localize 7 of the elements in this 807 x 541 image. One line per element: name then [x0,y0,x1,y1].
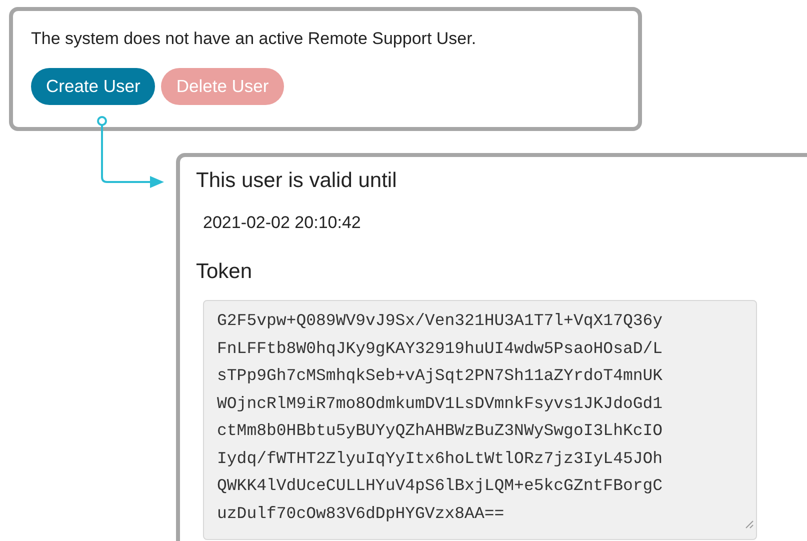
valid-until-label: This user is valid until [196,169,398,193]
token-label: Token [196,260,254,284]
resize-grip-icon [744,519,754,529]
token-field[interactable]: G2F5vpw+Q089WV9vJ9Sx/Ven321HU3A1T7l+VqX17Q36y FnLFFtb8W0hqJKy9gKAY32919huUI4wdw5PsaoHOsaD/L sTPp9Gh7cMSmhqkSeb+vAjSqt2PN7Sh11aZYrdoT4mnUK WOjncRlM9iR7mo8OdmkumDV1LsDVmnkFsyvs1JKJdoGd1 ctMm8b0HBbtu5yBUYyQZhAHBWzBuZ3NWySwgoI3LhKcIO Iydq/fWTHT2ZlyuIqYyItx6hoLtWtlORz7jz3IyL45JOh QWKK4lVdUceCULLHYuV4pS6lBxjLQM+e5kcGZntFBorgC uzDulf70cOw83V6dDpHYGVzx8AA== [203,300,757,540]
valid-until-value: 2021-02-02 20:10:42 [203,213,362,233]
create-user-button[interactable]: Create User [31,68,156,105]
status-message: The system does not have an active Remote Support User. [31,29,478,49]
